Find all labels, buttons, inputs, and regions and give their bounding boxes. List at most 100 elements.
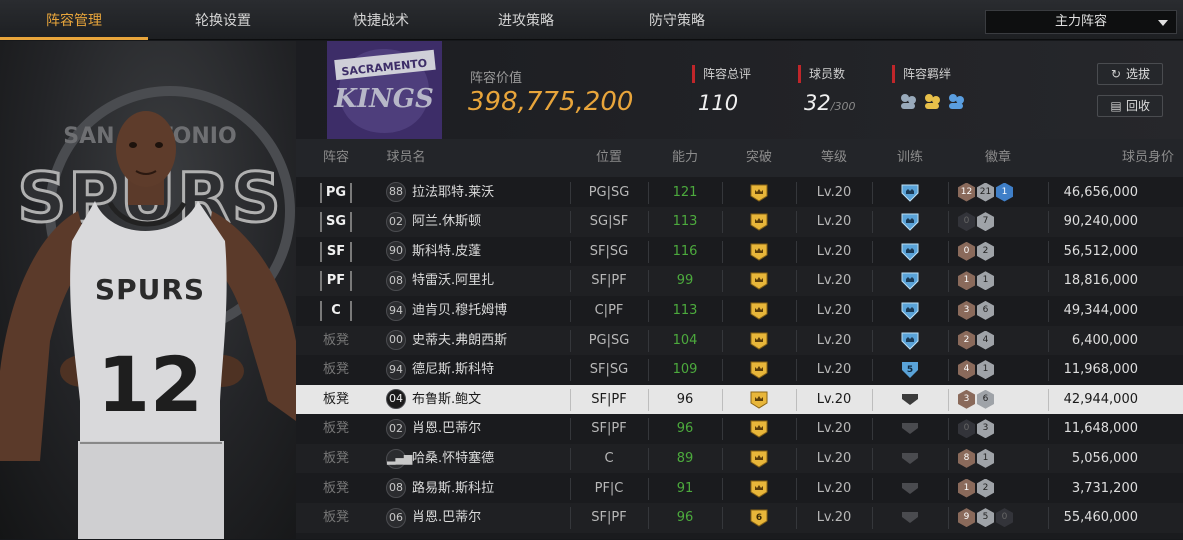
slot-cell: SF: [296, 237, 376, 267]
badges-cell[interactable]: 81: [958, 448, 994, 468]
badges-cell[interactable]: 12: [958, 478, 994, 498]
badge-hex: 5: [977, 508, 994, 528]
breakthrough-cell[interactable]: [722, 207, 796, 237]
player-portrait-image: SAN ANTONIO SPURS SPURS 12: [0, 86, 296, 539]
badges-cell[interactable]: 36: [958, 300, 994, 320]
roster-table: 阵容 球员名 位置 能力 突破 等级 训练 徽章 球员身价 PG 88 拉法耶特.…: [296, 139, 1183, 539]
training-cell[interactable]: [872, 474, 948, 504]
badges-cell[interactable]: 950: [958, 508, 1013, 528]
training-cell[interactable]: 5: [872, 355, 948, 385]
top-tab-bar: 阵容管理 轮换设置 快捷战术 进攻策略 防守策略 主力阵容: [0, 0, 1183, 40]
badge-hex: 1: [958, 478, 975, 498]
jersey-number: 02: [386, 419, 406, 440]
breakthrough-cell[interactable]: [722, 237, 796, 267]
training-cell[interactable]: [872, 385, 948, 415]
ability-cell: 89: [676, 450, 694, 466]
badges-cell[interactable]: 11: [958, 271, 994, 291]
badge-hex: 12: [958, 182, 975, 202]
tab-quick-tactics[interactable]: 快捷战术: [298, 0, 464, 40]
bond-gold-icon[interactable]: [922, 91, 942, 111]
tab-offense-strategy[interactable]: 进攻策略: [464, 0, 588, 40]
training-cell[interactable]: [872, 207, 948, 237]
player-name-cell: 00 史蒂夫.弗朗西斯: [386, 326, 570, 356]
jersey-number: 94: [386, 359, 406, 380]
training-cell[interactable]: [872, 296, 948, 326]
position-cell: SF|SG: [589, 243, 629, 259]
training-cell[interactable]: [872, 414, 948, 444]
badge-hex: 1: [958, 271, 975, 291]
player-name: 特雷沃.阿里扎: [412, 273, 495, 289]
table-row[interactable]: C 94 迪肯贝.穆托姆博 C|PF 113 Lv.20 36 49,344,00…: [296, 296, 1183, 326]
breakthrough-cell[interactable]: [722, 296, 796, 326]
table-row[interactable]: 板凳 00 史蒂夫.弗朗西斯 PG|SG 104 Lv.20 24 6,400,0…: [296, 325, 1183, 356]
breakthrough-crown-icon: 6: [749, 509, 769, 539]
player-name-cell: 08 路易斯.斯科拉: [386, 474, 570, 504]
breakthrough-cell[interactable]: [722, 326, 796, 356]
tab-lineup-management[interactable]: 阵容管理: [0, 0, 148, 40]
badges-cell[interactable]: 12 21 1: [958, 182, 1013, 202]
training-cell[interactable]: [872, 178, 948, 208]
lineup-dropdown[interactable]: 主力阵容: [985, 10, 1177, 34]
badge-hex: 1: [977, 448, 994, 468]
breakthrough-cell[interactable]: [722, 414, 796, 444]
table-row[interactable]: PF 08 特雷沃.阿里扎 SF|PF 99 Lv.20 11 18,816,00…: [296, 266, 1183, 296]
col-header-level: 等级: [820, 150, 847, 165]
table-row[interactable]: SG 02 阿兰.休斯顿 SG|SF 113 Lv.20 07 90,240,00…: [296, 207, 1183, 237]
badges-cell[interactable]: 07: [958, 212, 994, 232]
badges-cell[interactable]: 03: [958, 419, 994, 439]
table-row[interactable]: 板凳 ▂▄▆哈桑.怀特塞德 C 89 Lv.20 81 5,056,000: [296, 443, 1183, 474]
training-cell[interactable]: [872, 326, 948, 356]
table-row[interactable]: 板凳 94 德尼斯.斯科特 SF|SG 109 Lv.20 5 41 11,968…: [296, 355, 1183, 385]
training-cell[interactable]: [872, 237, 948, 267]
breakthrough-cell[interactable]: [722, 385, 796, 415]
player-count-value: 32: [804, 91, 831, 115]
badge-hex: 2: [977, 478, 994, 498]
select-button[interactable]: ↻ 选拔: [1097, 63, 1163, 85]
col-header-ability: 能力: [671, 150, 698, 165]
breakthrough-cell[interactable]: [722, 355, 796, 385]
player-name-cell: 02 肖恩.巴蒂尔: [386, 414, 570, 444]
salary-cell: 11,968,000: [1063, 362, 1138, 378]
position-cell: C|PF: [594, 302, 624, 318]
player-signal-icon: ▂▄▆: [386, 448, 412, 469]
breakthrough-cell[interactable]: [722, 474, 796, 504]
ability-cell: 113: [672, 214, 698, 230]
slot-cell: 板凳: [296, 326, 376, 356]
badges-cell[interactable]: 41: [958, 360, 994, 380]
tab-rotation-settings[interactable]: 轮换设置: [148, 0, 298, 40]
slot-cell: 板凳: [296, 385, 376, 415]
breakthrough-cell[interactable]: [722, 444, 796, 474]
level-cell: Lv.20: [816, 332, 852, 348]
table-row[interactable]: SF 90 斯科特.皮蓬 SF|SG 116 Lv.20 02 56,512,00…: [296, 237, 1183, 267]
tab-defense-strategy[interactable]: 防守策略: [588, 0, 766, 40]
table-row[interactable]: 板凳 08 路易斯.斯科拉 PF|C 91 Lv.20 12 3,731,200: [296, 474, 1183, 504]
player-name-cell: 88 拉法耶特.莱沃: [386, 178, 570, 208]
slot-cell: 板凳: [296, 474, 376, 504]
table-row[interactable]: 板凳 02 肖恩.巴蒂尔 SF|PF 96 Lv.20 03 11,648,000: [296, 414, 1183, 444]
bond-gray-icon[interactable]: [898, 91, 918, 111]
recycle-button[interactable]: ▤ 回收: [1097, 95, 1163, 117]
badge-hex: 1: [977, 271, 994, 291]
bond-blue-icon[interactable]: [946, 91, 966, 111]
breakthrough-cell[interactable]: [722, 266, 796, 296]
table-row[interactable]: PG 88 拉法耶特.莱沃 PG|SG 121 Lv.20 12 21 1 46,65…: [296, 178, 1183, 208]
training-cell[interactable]: [872, 444, 948, 474]
badges-cell[interactable]: 36: [958, 389, 994, 409]
badge-hex: 0: [958, 212, 975, 232]
table-row[interactable]: 板凳 06 肖恩.巴蒂尔 SF|PF 96 6 Lv.20 950 55,460,…: [296, 503, 1183, 533]
badges-cell[interactable]: 24: [958, 330, 994, 350]
training-cell[interactable]: [872, 266, 948, 296]
breakthrough-cell[interactable]: 6: [722, 503, 796, 533]
salary-cell: 46,656,000: [1063, 184, 1138, 200]
breakthrough-cell[interactable]: [722, 178, 796, 208]
salary-cell: 56,512,000: [1063, 243, 1138, 259]
training-cell[interactable]: [872, 503, 948, 533]
badges-cell[interactable]: 02: [958, 241, 994, 261]
table-row[interactable]: 板凳 04 布鲁斯.鲍文 SF|PF 96 Lv.20 36 42,944,000: [296, 384, 1183, 415]
lineup-rating-label: 阵容总评: [692, 65, 751, 83]
bench-slot-label: 板凳: [322, 421, 349, 437]
ability-cell: 91: [676, 480, 694, 496]
jersey-number-text: 12: [97, 340, 203, 429]
jersey-number: 08: [386, 478, 406, 499]
badge-hex: 21: [977, 182, 994, 202]
